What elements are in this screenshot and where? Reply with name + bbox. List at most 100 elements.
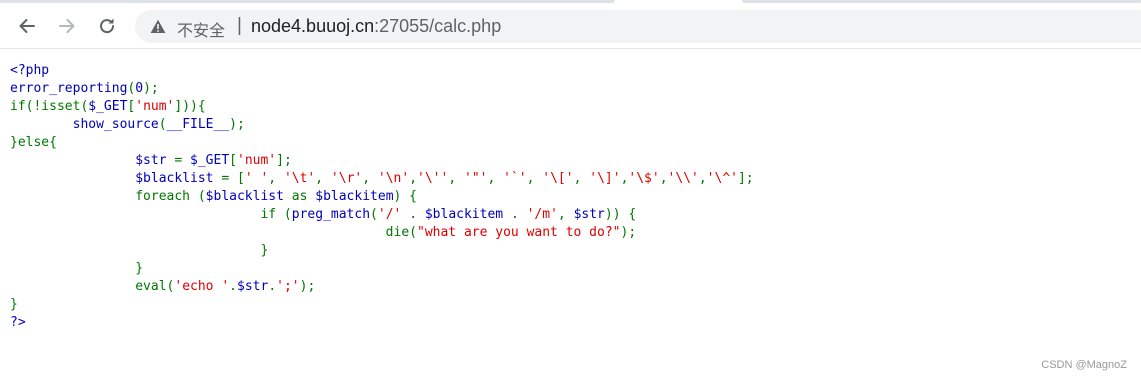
code-token: ?> bbox=[10, 315, 26, 330]
code-token: ( bbox=[370, 207, 378, 222]
code-line: ?> bbox=[10, 315, 26, 330]
code-token: , bbox=[409, 171, 418, 186]
warning-triangle-icon[interactable] bbox=[150, 19, 166, 34]
code-token: 'num' bbox=[237, 153, 277, 168]
code-token: = [ bbox=[221, 171, 245, 186]
code-token: , bbox=[487, 171, 504, 186]
code-token: $blacklist bbox=[205, 189, 292, 204]
code-line: } bbox=[10, 261, 143, 276]
code-token: } bbox=[10, 243, 269, 258]
code-token: ]; bbox=[276, 153, 292, 168]
code-token: as bbox=[291, 189, 316, 204]
tab-edge-right bbox=[742, 0, 1141, 3]
code-token: . bbox=[510, 207, 527, 222]
code-token: 0 bbox=[135, 81, 144, 96]
code-token: preg_match bbox=[291, 207, 371, 222]
code-line: eval('echo '.$str.';'); bbox=[10, 279, 315, 294]
reload-button[interactable] bbox=[91, 10, 123, 42]
code-token: $_GET bbox=[190, 153, 230, 168]
code-line: <?php bbox=[10, 63, 49, 78]
code-token: , bbox=[573, 171, 590, 186]
code-token: '\[' bbox=[542, 171, 574, 186]
forward-arrow-icon bbox=[59, 19, 75, 33]
code-token: $blackitem bbox=[424, 207, 511, 222]
code-token: '/' bbox=[377, 207, 410, 222]
php-source-listing: <?php error_reporting(0); if(!isset($_GE… bbox=[10, 62, 754, 332]
code-token: , bbox=[362, 171, 378, 186]
code-token: '\\' bbox=[667, 171, 699, 186]
code-line: $blacklist = [' ', '\t', '\r', '\n','\''… bbox=[10, 171, 754, 186]
reload-icon bbox=[100, 18, 115, 34]
address-bar[interactable]: 不安全 | node4.buuoj.cn:27055/calc.php bbox=[135, 10, 1141, 43]
code-token: ' ' bbox=[244, 171, 269, 186]
back-arrow-icon bbox=[19, 19, 35, 33]
code-token: $blacklist bbox=[135, 171, 222, 186]
code-token: . bbox=[268, 279, 277, 294]
code-line: show_source(__FILE__); bbox=[10, 117, 245, 132]
code-token: , bbox=[448, 171, 464, 186]
code-token: '\$' bbox=[628, 171, 660, 186]
code-token: '"' bbox=[464, 171, 488, 186]
code-token: ) { bbox=[393, 189, 418, 204]
code-token: , bbox=[268, 171, 284, 186]
code-line: if (preg_match('/' . $blackitem . '/m', … bbox=[10, 207, 636, 222]
code-token: ); bbox=[299, 279, 316, 294]
code-token: eval( bbox=[10, 279, 175, 294]
code-token: error_reporting bbox=[10, 81, 128, 96]
code-token: , bbox=[557, 207, 574, 222]
code-token: <?php bbox=[10, 63, 50, 78]
code-token: $blackitem bbox=[315, 189, 394, 204]
code-token: 'echo ' bbox=[174, 279, 230, 294]
code-token: '/m' bbox=[526, 207, 558, 222]
code-line: }else{ bbox=[10, 135, 57, 150]
code-token: } bbox=[10, 297, 18, 312]
code-token: ( bbox=[158, 117, 167, 132]
browser-toolbar: 不安全 | node4.buuoj.cn:27055/calc.php bbox=[0, 4, 1141, 49]
code-token: $str bbox=[573, 207, 605, 222]
watermark: CSDN @MagnoZ bbox=[1041, 359, 1127, 371]
code-token: ); bbox=[229, 117, 245, 132]
security-label[interactable]: 不安全 bbox=[177, 17, 225, 41]
forward-button[interactable] bbox=[51, 10, 83, 42]
code-token: ])){ bbox=[174, 99, 206, 114]
code-line: } bbox=[10, 243, 268, 258]
code-token: 'num' bbox=[135, 99, 175, 114]
code-token: '`' bbox=[503, 171, 527, 186]
code-token: '\r' bbox=[330, 171, 363, 186]
code-token: ); bbox=[620, 225, 637, 240]
code-token: ';' bbox=[276, 279, 300, 294]
code-line: die("what are you want to do?"); bbox=[10, 225, 636, 240]
code-line: if(!isset($_GET['num'])){ bbox=[10, 99, 206, 114]
code-token: '\n' bbox=[377, 171, 410, 186]
code-token: = bbox=[174, 153, 191, 168]
code-token: '\t' bbox=[283, 171, 316, 186]
code-token: $str bbox=[135, 153, 175, 168]
code-token: $_GET bbox=[88, 99, 128, 114]
tab-edge-left bbox=[0, 0, 615, 3]
code-token: . bbox=[409, 207, 425, 222]
code-token: } bbox=[10, 261, 144, 276]
url-host: node4.buuoj.cn bbox=[251, 16, 375, 36]
code-token: '\]' bbox=[589, 171, 621, 186]
url-text[interactable]: node4.buuoj.cn:27055/calc.php bbox=[251, 16, 501, 37]
code-line: error_reporting(0); bbox=[10, 81, 159, 96]
back-button[interactable] bbox=[11, 10, 43, 42]
code-token: ]; bbox=[737, 171, 754, 186]
code-token: '\'' bbox=[417, 171, 449, 186]
code-token: "what are you want to do?" bbox=[417, 225, 621, 240]
code-token: ); bbox=[143, 81, 159, 96]
code-token: '\^' bbox=[706, 171, 738, 186]
address-separator: | bbox=[237, 15, 242, 36]
code-token: $str bbox=[237, 279, 269, 294]
code-token: [ bbox=[229, 153, 237, 168]
code-line: foreach ($blacklist as $blackitem) { bbox=[10, 189, 417, 204]
code-token: , bbox=[526, 171, 543, 186]
code-token: )) { bbox=[604, 207, 637, 222]
code-token: , bbox=[315, 171, 331, 186]
code-token: __FILE__ bbox=[166, 117, 230, 132]
code-token: , bbox=[659, 171, 668, 186]
code-token: , bbox=[698, 171, 707, 186]
code-token: show_source bbox=[72, 117, 159, 132]
